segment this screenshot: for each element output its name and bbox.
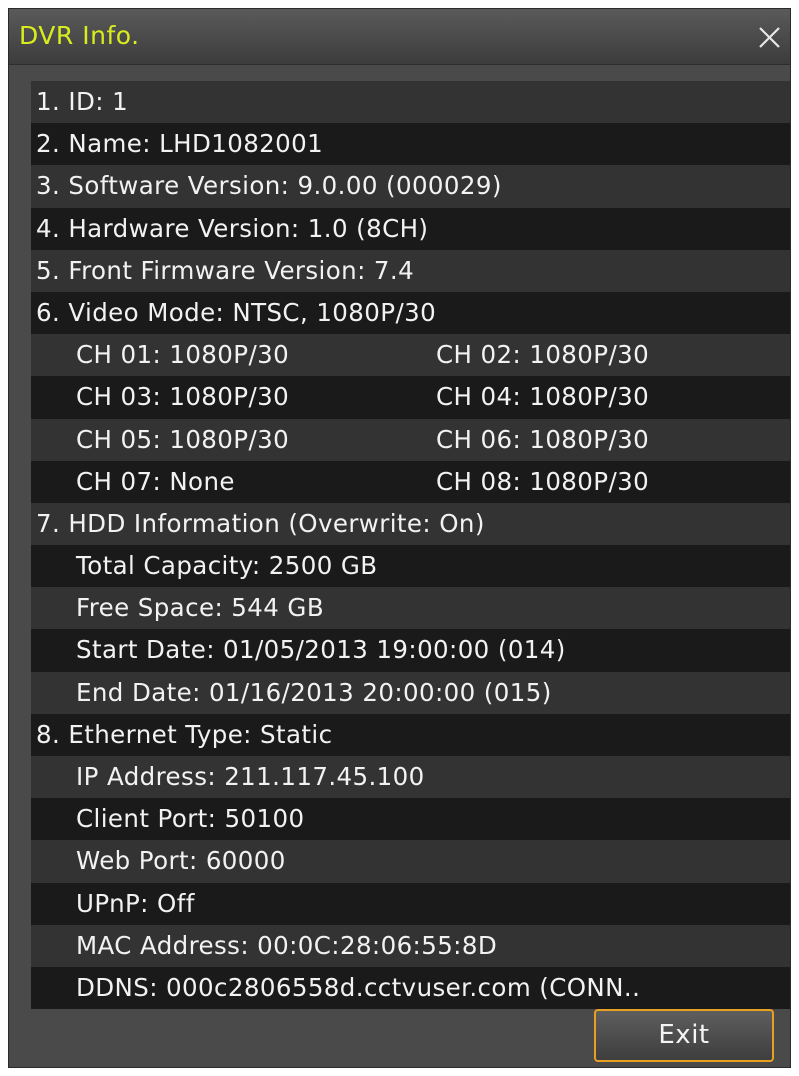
info-row: 5. Front Firmware Version: 7.4 (31, 249, 790, 292)
info-heading-text: 2. Name: LHD1082001 (36, 129, 324, 159)
info-detail-text: UPnP: Off (76, 888, 195, 918)
dvr-info-dialog: DVR Info. 1. ID: 1 2. Name: LHD1082001 3. … (8, 8, 791, 1068)
info-list: 1. ID: 1 2. Name: LHD1082001 3. Software V… (31, 81, 790, 1010)
info-row: Start Date: 01/05/2013 19:00:00 (014) (31, 629, 790, 672)
info-detail-text: Client Port: 50100 (76, 804, 305, 834)
info-heading-text: 3. Software Version: 9.0.00 (000029) (36, 171, 502, 201)
info-detail-text: Web Port: 60000 (76, 846, 286, 876)
dialog-titlebar: DVR Info. (9, 9, 790, 65)
info-row: CH 03: 1080P/30 CH 04: 1080P/30 (31, 376, 790, 419)
channel-mode-right: CH 04: 1080P/30 (436, 382, 650, 412)
info-row: MAC Address: 00:0C:28:06:55:8D (31, 924, 790, 967)
channel-mode-left: CH 01: 1080P/30 (76, 340, 290, 370)
info-heading-text: 8. Ethernet Type: Static (36, 719, 333, 749)
channel-mode-left: CH 03: 1080P/30 (76, 382, 290, 412)
info-row: 3. Software Version: 9.0.00 (000029) (31, 165, 790, 208)
channel-mode-left: CH 07: None (76, 466, 235, 496)
info-detail-text: End Date: 01/16/2013 20:00:00 (015) (76, 677, 552, 707)
info-row: Total Capacity: 2500 GB (31, 545, 790, 588)
info-detail-text: DDNS: 000c2806558d.cctvuser.com (CONN.. (76, 972, 641, 1002)
info-row: End Date: 01/16/2013 20:00:00 (015) (31, 671, 790, 714)
channel-mode-right: CH 06: 1080P/30 (436, 424, 650, 454)
info-row: 8. Ethernet Type: Static (31, 713, 790, 756)
info-row: CH 05: 1080P/30 CH 06: 1080P/30 (31, 418, 790, 461)
info-heading-text: 4. Hardware Version: 1.0 (8CH) (36, 213, 429, 243)
info-detail-text: Total Capacity: 2500 GB (76, 551, 378, 581)
info-row: UPnP: Off (31, 882, 790, 925)
info-heading-text: 6. Video Mode: NTSC, 1080P/30 (36, 297, 437, 327)
info-row: Web Port: 60000 (31, 840, 790, 883)
info-row: DDNS: 000c2806558d.cctvuser.com (CONN.. (31, 966, 790, 1010)
info-row: Free Space: 544 GB (31, 587, 790, 630)
info-row: 6. Video Mode: NTSC, 1080P/30 (31, 291, 790, 335)
info-row: 1. ID: 1 (31, 81, 790, 124)
info-detail-text: MAC Address: 00:0C:28:06:55:8D (76, 930, 498, 960)
info-detail-text: Start Date: 01/05/2013 19:00:00 (014) (76, 635, 566, 665)
info-row: IP Address: 211.117.45.100 (31, 756, 790, 799)
info-row: CH 07: None CH 08: 1080P/30 (31, 460, 790, 503)
info-row: CH 01: 1080P/30 CH 02: 1080P/30 (31, 334, 790, 377)
info-heading-text: 7. HDD Information (Overwrite: On) (36, 508, 485, 538)
channel-mode-right: CH 02: 1080P/30 (436, 340, 650, 370)
info-row: Client Port: 50100 (31, 798, 790, 841)
info-row: 7. HDD Information (Overwrite: On) (31, 502, 790, 546)
close-button[interactable] (752, 20, 786, 54)
info-detail-text: IP Address: 211.117.45.100 (76, 762, 425, 791)
info-heading-text: 5. Front Firmware Version: 7.4 (36, 255, 415, 285)
close-icon (759, 27, 780, 48)
exit-button[interactable]: Exit (594, 1009, 774, 1062)
info-row: 4. Hardware Version: 1.0 (8CH) (31, 207, 790, 250)
info-detail-text: Free Space: 544 GB (76, 593, 325, 623)
dialog-title: DVR Info. (19, 21, 140, 50)
channel-mode-right: CH 08: 1080P/30 (436, 466, 650, 496)
info-heading-text: 1. ID: 1 (36, 87, 129, 116)
channel-mode-left: CH 05: 1080P/30 (76, 424, 290, 454)
info-row: 2. Name: LHD1082001 (31, 123, 790, 166)
